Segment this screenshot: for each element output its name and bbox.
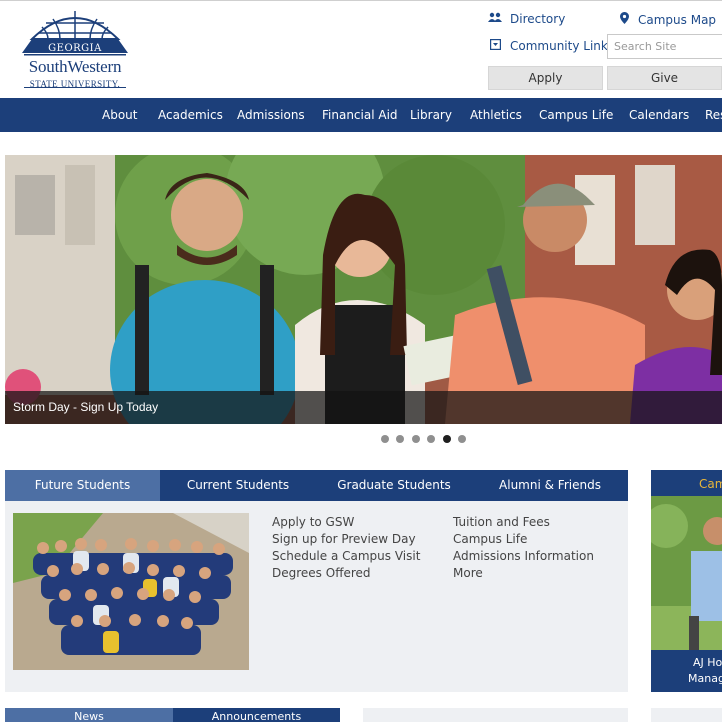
campus-map-link[interactable]: Campus Map <box>618 12 716 27</box>
dropdown-square-icon <box>488 38 502 53</box>
teaser-photo <box>651 496 722 650</box>
link-admissions-info[interactable]: Admissions Information <box>453 549 594 563</box>
link-degrees-offered[interactable]: Degrees Offered <box>272 566 371 580</box>
tab-news[interactable]: News <box>5 708 173 722</box>
hero-caption-bar[interactable]: Storm Day - Sign Up Today <box>5 391 722 424</box>
logo-line-georgia: GEORGIA <box>48 43 102 54</box>
directory-link[interactable]: Directory <box>488 12 565 26</box>
logo-line-state-university: STATE UNIVERSITY. <box>29 79 121 89</box>
tab-graduate-students[interactable]: Graduate Students <box>316 470 472 501</box>
link-apply-to-gsw[interactable]: Apply to GSW <box>272 515 354 529</box>
link-more[interactable]: More <box>453 566 483 580</box>
link-preview-day[interactable]: Sign up for Preview Day <box>272 532 416 546</box>
apply-button[interactable]: Apply <box>488 66 603 90</box>
audience-panel: Future Students Current Students Graduat… <box>5 470 628 692</box>
link-campus-visit[interactable]: Schedule a Campus Visit <box>272 549 420 563</box>
tab-future-students[interactable]: Future Students <box>5 470 160 501</box>
teaser-name: AJ Ho <box>693 656 722 669</box>
nav-item-financial-aid[interactable]: Financial Aid <box>322 98 398 132</box>
directory-label: Directory <box>510 12 566 26</box>
community-links-label: Community Links <box>510 39 615 53</box>
users-icon <box>488 12 502 26</box>
community-links-dropdown[interactable]: Community Links <box>488 38 615 53</box>
slide-pager <box>381 435 471 445</box>
teaser-role: Manag <box>688 672 722 685</box>
search-input[interactable]: Search Site <box>607 34 722 59</box>
tab-current-students[interactable]: Current Students <box>160 470 316 501</box>
bottom-panel <box>363 708 628 722</box>
slide-dot-5[interactable] <box>443 435 451 443</box>
nav-item-athletics[interactable]: Athletics <box>470 98 522 132</box>
main-nav: About Academics Admissions Financial Aid… <box>0 98 722 132</box>
tab-announcements[interactable]: Announcements <box>173 708 340 722</box>
site-header: GEORGIA SouthWestern STATE UNIVERSITY. D… <box>0 0 722 98</box>
nav-item-calendars[interactable]: Calendars <box>629 98 689 132</box>
nav-item-resources[interactable]: Res <box>705 98 722 132</box>
nav-item-about[interactable]: About <box>102 98 137 132</box>
bottom-right-panel <box>651 708 722 722</box>
campus-map-label: Campus Map <box>638 13 717 27</box>
slide-dot-1[interactable] <box>381 435 389 443</box>
link-campus-life[interactable]: Campus Life <box>453 532 527 546</box>
hero-caption[interactable]: Storm Day - Sign Up Today <box>13 400 158 414</box>
nav-item-library[interactable]: Library <box>410 98 452 132</box>
teaser-title: Cam <box>699 477 722 491</box>
future-students-photo <box>13 513 249 670</box>
slide-dot-4[interactable] <box>427 435 435 443</box>
slide-dot-3[interactable] <box>412 435 420 443</box>
nav-item-campus-life[interactable]: Campus Life <box>539 98 613 132</box>
logo-line-southwestern: SouthWestern <box>28 57 122 76</box>
nav-item-academics[interactable]: Academics <box>158 98 223 132</box>
slide-dot-6[interactable] <box>458 435 466 443</box>
tab-alumni-friends[interactable]: Alumni & Friends <box>472 470 628 501</box>
give-button[interactable]: Give <box>607 66 722 90</box>
campus-teaser[interactable]: Cam AJ Ho Manag <box>651 470 722 692</box>
hero-photo <box>5 155 722 424</box>
link-tuition-fees[interactable]: Tuition and Fees <box>453 515 550 529</box>
map-pin-icon <box>618 12 630 27</box>
hero-slideshow[interactable]: Storm Day - Sign Up Today <box>5 155 722 424</box>
university-logo[interactable]: GEORGIA SouthWestern STATE UNIVERSITY. <box>20 9 130 91</box>
nav-item-admissions[interactable]: Admissions <box>237 98 305 132</box>
slide-dot-2[interactable] <box>396 435 404 443</box>
